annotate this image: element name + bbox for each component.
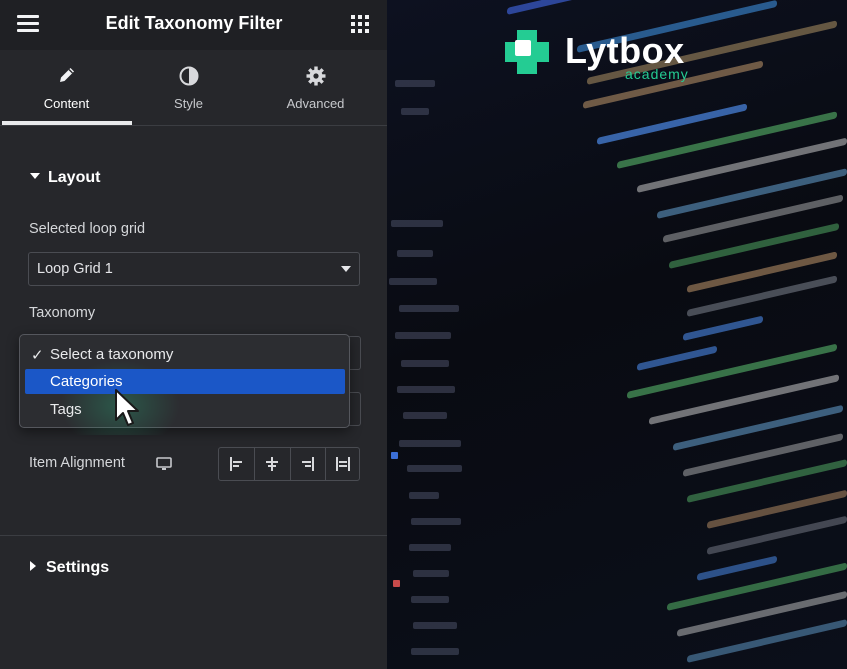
align-end-icon [302, 457, 314, 471]
taxonomy-label: Taxonomy [29, 305, 96, 321]
tab-content-label: Content [43, 96, 90, 111]
taxonomy-option-categories[interactable]: Categories [25, 369, 345, 394]
panel-tabs: Content Style Advanced [0, 50, 387, 126]
taxonomy-option-select[interactable]: ✓ Select a taxonomy [25, 342, 345, 367]
align-center-icon [266, 457, 278, 471]
align-stretch-button[interactable] [325, 448, 360, 480]
taxonomy-option-label: Tags [50, 401, 82, 418]
alignment-button-group [218, 447, 360, 481]
align-end-button[interactable] [290, 448, 325, 480]
panel-header: Edit Taxonomy Filter [0, 0, 387, 50]
tab-content[interactable]: Content [2, 50, 131, 126]
section-layout-label: Layout [48, 169, 101, 186]
align-start-icon [230, 457, 242, 471]
taxonomy-option-label: Select a taxonomy [50, 346, 174, 363]
chevron-down-icon [341, 266, 351, 272]
mouse-pointer-icon [115, 389, 139, 426]
section-settings-label: Settings [46, 559, 110, 576]
tab-style-label: Style [174, 96, 203, 111]
section-settings-toggle[interactable]: Settings [30, 559, 109, 577]
align-stretch-icon [336, 457, 350, 471]
logo-subtitle: academy [625, 66, 689, 82]
pencil-icon [2, 66, 131, 86]
lytbox-logo-mark-icon [505, 30, 549, 74]
tab-advanced[interactable]: Advanced [251, 50, 380, 126]
file-tree-blur [387, 60, 502, 669]
caret-down-icon [30, 173, 40, 179]
menu-icon[interactable] [17, 15, 39, 33]
tab-advanced-label: Advanced [286, 96, 345, 111]
code-background-image [387, 0, 847, 669]
taxonomy-dropdown: ✓ Select a taxonomy Categories Tags [19, 334, 350, 435]
active-tab-indicator [2, 121, 132, 125]
checkmark-icon: ✓ [31, 347, 44, 364]
section-divider [0, 535, 387, 536]
caret-right-icon [30, 561, 36, 571]
taxonomy-option-tags[interactable]: Tags [25, 397, 345, 422]
editor-panel: Edit Taxonomy Filter Content Style Advan… [0, 0, 387, 669]
panel-title: Edit Taxonomy Filter [105, 13, 283, 33]
loop-grid-select[interactable]: Loop Grid 1 [28, 252, 360, 286]
taxonomy-option-label: Categories [50, 373, 123, 390]
tab-style[interactable]: Style [124, 50, 253, 126]
widgets-grid-icon[interactable] [351, 15, 369, 33]
loop-grid-value: Loop Grid 1 [37, 261, 113, 277]
section-layout-toggle[interactable]: Layout [30, 169, 100, 187]
gear-icon [251, 66, 380, 86]
half-circle-icon [124, 66, 253, 86]
item-alignment-label: Item Alignment [29, 455, 125, 471]
loop-grid-label: Selected loop grid [29, 221, 146, 237]
align-center-button[interactable] [254, 448, 289, 480]
lytbox-logo: Lytbox academy [503, 28, 733, 83]
align-start-button[interactable] [219, 448, 254, 480]
desktop-monitor-icon[interactable] [156, 457, 172, 471]
